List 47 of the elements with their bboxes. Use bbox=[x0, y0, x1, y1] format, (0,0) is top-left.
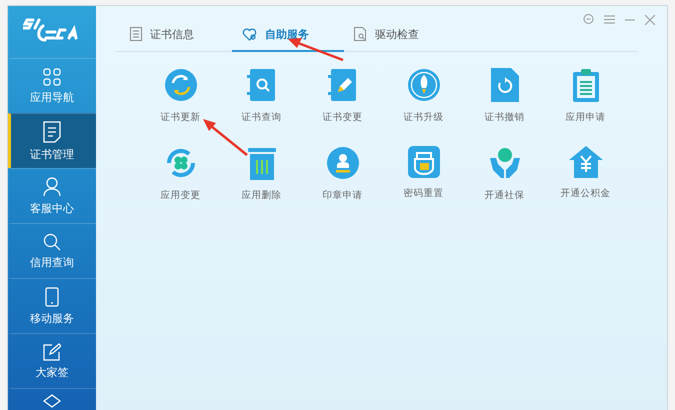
service-label[interactable]: 印章申请 bbox=[322, 189, 362, 202]
phone-icon bbox=[45, 286, 59, 306]
service-label[interactable]: 应用申请 bbox=[566, 111, 606, 124]
service-label[interactable]: 证书变更 bbox=[322, 111, 362, 124]
padlock-icon[interactable] bbox=[408, 146, 440, 178]
service-label[interactable]: 开通社保 bbox=[484, 189, 524, 202]
service-label[interactable]: 密码重置 bbox=[404, 187, 444, 200]
service-label[interactable]: 证书撤销 bbox=[484, 111, 524, 124]
sidebar-label: 证书管理 bbox=[30, 146, 74, 162]
person-icon bbox=[43, 176, 61, 196]
clipboard-icon[interactable] bbox=[572, 68, 600, 102]
edit-icon bbox=[43, 342, 61, 360]
document-icon bbox=[43, 120, 61, 142]
diamond-icon bbox=[43, 394, 61, 408]
rocket-icon[interactable] bbox=[406, 68, 440, 102]
list-document-icon bbox=[130, 27, 142, 41]
document-undo-icon[interactable] bbox=[490, 68, 518, 102]
house-yen-icon[interactable] bbox=[568, 146, 602, 178]
document-search-icon bbox=[354, 27, 367, 41]
service-label[interactable]: 证书查询 bbox=[242, 111, 282, 124]
tab[interactable]: 证书信息 bbox=[120, 18, 232, 52]
tab[interactable]: 驱动检查 bbox=[344, 18, 456, 52]
trash-can-icon[interactable] bbox=[248, 146, 276, 180]
close-icon[interactable] bbox=[645, 14, 655, 24]
notebook-pencil-icon[interactable] bbox=[328, 68, 358, 102]
sidebar-item[interactable]: 证书管理 bbox=[8, 113, 96, 168]
service-label[interactable]: 证书升级 bbox=[404, 111, 444, 124]
sidebar-label: 客服中心 bbox=[30, 200, 74, 216]
hands-globe-icon[interactable] bbox=[488, 146, 522, 180]
grid-icon bbox=[43, 68, 61, 86]
minimize-icon[interactable] bbox=[625, 18, 635, 20]
stamp-icon[interactable] bbox=[326, 146, 360, 180]
sidebar-label: 大家签 bbox=[36, 364, 68, 380]
annotation-arrow bbox=[288, 38, 344, 62]
feedback-icon[interactable] bbox=[583, 14, 594, 25]
refresh-icon[interactable] bbox=[164, 68, 198, 102]
sidebar-label: 移动服务 bbox=[30, 310, 74, 326]
service-label[interactable]: 应用变更 bbox=[160, 189, 200, 202]
search-icon bbox=[43, 232, 61, 250]
annotation-arrow bbox=[203, 119, 248, 156]
menu-icon[interactable] bbox=[604, 15, 615, 24]
sidebar-label: 应用导航 bbox=[30, 90, 74, 104]
service-label[interactable]: 应用删除 bbox=[242, 189, 282, 202]
service-label[interactable]: 开通公积金 bbox=[560, 187, 610, 200]
sidebar-label: 信用查询 bbox=[30, 254, 74, 270]
service-label[interactable]: 证书更新 bbox=[160, 111, 200, 124]
notebook-search-icon[interactable] bbox=[246, 68, 276, 102]
